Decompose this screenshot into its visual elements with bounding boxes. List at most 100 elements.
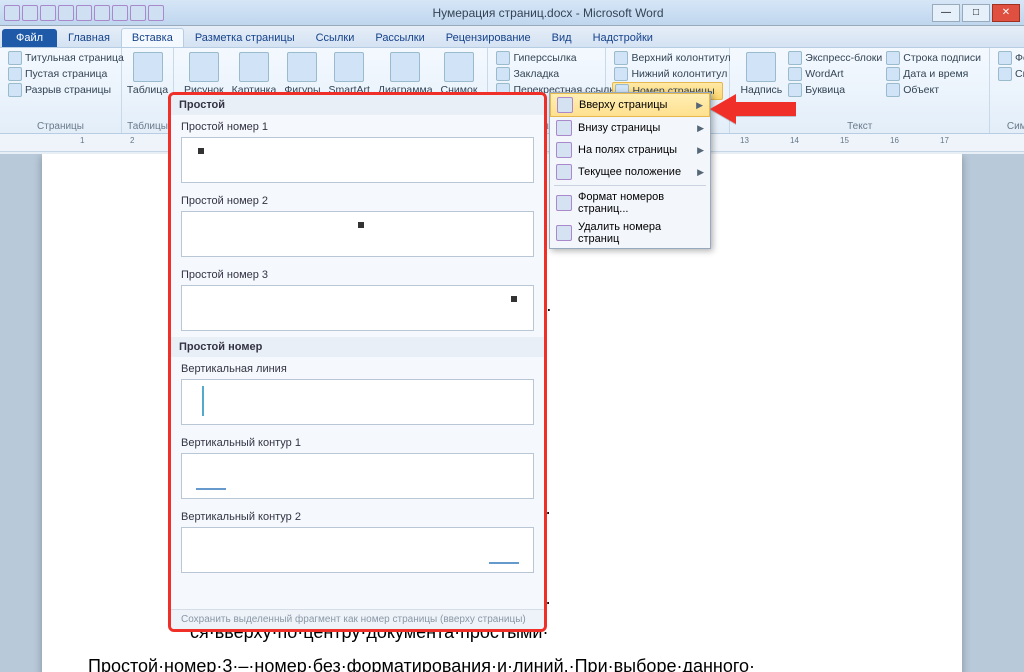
footer-icon — [614, 67, 628, 81]
tab-home[interactable]: Главная — [58, 29, 120, 47]
tab-references[interactable]: Ссылки — [306, 29, 365, 47]
footer-button[interactable]: Нижний колонтитул — [612, 66, 723, 82]
title-bar: Нумерация страниц.docx - Microsoft Word … — [0, 0, 1024, 26]
close-button[interactable]: ✕ — [992, 4, 1020, 22]
object-icon — [886, 83, 900, 97]
hyperlink-button[interactable]: Гиперссылка — [494, 50, 599, 66]
top-page-icon — [557, 97, 573, 113]
table-button[interactable]: Таблица — [123, 50, 172, 98]
screenshot-icon — [444, 52, 474, 82]
page-number-gallery: Простой Простой номер 1 Простой номер 2 … — [168, 92, 547, 632]
chart-icon — [390, 52, 420, 82]
shapes-icon — [287, 52, 317, 82]
menu-page-margins[interactable]: На полях страницы▶ — [550, 139, 710, 161]
menu-top-of-page[interactable]: Вверху страницы▶ — [550, 93, 710, 117]
dropcap-button[interactable]: Буквица — [786, 82, 884, 98]
group-label: Страницы — [0, 121, 121, 132]
gallery-item-label: Простой номер 3 — [171, 263, 544, 283]
bottom-page-icon — [556, 120, 572, 136]
gallery-item-vcontour-2[interactable] — [181, 527, 534, 573]
group-label: Таблицы — [122, 121, 173, 132]
cover-page-button[interactable]: Титульная страница — [6, 50, 115, 66]
tab-file[interactable]: Файл — [2, 29, 57, 47]
undo-icon[interactable] — [40, 5, 56, 21]
margins-icon — [556, 142, 572, 158]
gallery-item-vline[interactable] — [181, 379, 534, 425]
group-pages: Титульная страница Пустая страница Разры… — [0, 48, 122, 133]
gallery-item-simple-3[interactable] — [181, 285, 534, 331]
menu-remove-numbers[interactable]: Удалить номера страниц — [550, 218, 710, 248]
gallery-item-label: Вертикальный контур 2 — [171, 505, 544, 525]
qat-icon[interactable] — [130, 5, 146, 21]
wordart-icon — [788, 67, 802, 81]
chevron-right-icon: ▶ — [697, 123, 704, 134]
gallery-item-simple-2[interactable] — [181, 211, 534, 257]
menu-bottom-of-page[interactable]: Внизу страницы▶ — [550, 117, 710, 139]
qat-icon[interactable] — [112, 5, 128, 21]
group-symbols: Формула Символ Символы — [990, 48, 1024, 133]
header-icon — [614, 51, 628, 65]
redo-icon[interactable] — [58, 5, 74, 21]
gallery-item-simple-1[interactable] — [181, 137, 534, 183]
picture-icon — [189, 52, 219, 82]
table-icon — [133, 52, 163, 82]
quickparts-button[interactable]: Экспресс-блоки — [786, 50, 884, 66]
page-break-button[interactable]: Разрыв страницы — [6, 82, 115, 98]
menu-current-position[interactable]: Текущее положение▶ — [550, 161, 710, 183]
cover-page-icon — [8, 51, 22, 65]
blank-page-button[interactable]: Пустая страница — [6, 66, 115, 82]
tab-mailings[interactable]: Рассылки — [365, 29, 434, 47]
equation-button[interactable]: Формула — [996, 50, 1024, 66]
datetime-icon — [886, 67, 900, 81]
page-break-icon — [8, 83, 22, 97]
qat-icon[interactable] — [148, 5, 164, 21]
window-title: Нумерация страниц.docx - Microsoft Word — [164, 6, 932, 20]
gallery-item-label: Вертикальный контур 1 — [171, 431, 544, 451]
chevron-right-icon: ▶ — [697, 167, 704, 178]
tab-layout[interactable]: Разметка страницы — [185, 29, 305, 47]
qat-icon[interactable] — [76, 5, 92, 21]
tab-review[interactable]: Рецензирование — [436, 29, 541, 47]
symbol-button[interactable]: Символ — [996, 66, 1024, 82]
hyperlink-icon — [496, 51, 510, 65]
word-icon — [4, 5, 20, 21]
maximize-button[interactable]: □ — [962, 4, 990, 22]
smartart-icon — [334, 52, 364, 82]
datetime-button[interactable]: Дата и время — [884, 66, 983, 82]
gallery-header: Простой — [171, 95, 544, 115]
chevron-right-icon: ▶ — [697, 145, 704, 156]
gallery-item-label: Простой номер 2 — [171, 189, 544, 209]
symbol-icon — [998, 67, 1012, 81]
annotation-arrow — [710, 92, 798, 129]
minimize-button[interactable]: — — [932, 4, 960, 22]
current-pos-icon — [556, 164, 572, 180]
qat-icon[interactable] — [94, 5, 110, 21]
gallery-item-label: Вертикальная линия — [171, 357, 544, 377]
object-button[interactable]: Объект — [884, 82, 983, 98]
window-controls: — □ ✕ — [932, 4, 1020, 22]
remove-icon — [556, 225, 572, 241]
tab-addins[interactable]: Надстройки — [583, 29, 663, 47]
clipart-icon — [239, 52, 269, 82]
bookmark-button[interactable]: Закладка — [494, 66, 599, 82]
blank-page-icon — [8, 67, 22, 81]
tab-insert[interactable]: Вставка — [121, 28, 184, 47]
menu-separator — [554, 185, 706, 186]
gallery-header: Простой номер — [171, 337, 544, 357]
gallery-item-vcontour-1[interactable] — [181, 453, 534, 499]
group-label: Символы — [990, 121, 1024, 132]
wordart-button[interactable]: WordArt — [786, 66, 884, 82]
quick-access-toolbar — [4, 5, 164, 21]
menu-format-numbers[interactable]: Формат номеров страниц... — [550, 188, 710, 218]
signature-button[interactable]: Строка подписи — [884, 50, 983, 66]
signature-icon — [886, 51, 900, 65]
chevron-right-icon: ▶ — [696, 100, 703, 111]
page-number-submenu: Вверху страницы▶ Внизу страницы▶ На поля… — [549, 92, 711, 249]
save-icon[interactable] — [22, 5, 38, 21]
format-icon — [556, 195, 572, 211]
tab-view[interactable]: Вид — [542, 29, 582, 47]
group-tables: Таблица Таблицы — [122, 48, 174, 133]
gallery-footer[interactable]: Сохранить выделенный фрагмент как номер … — [171, 609, 544, 629]
header-button[interactable]: Верхний колонтитул — [612, 50, 723, 66]
gallery-item-label: Простой номер 1 — [171, 115, 544, 135]
